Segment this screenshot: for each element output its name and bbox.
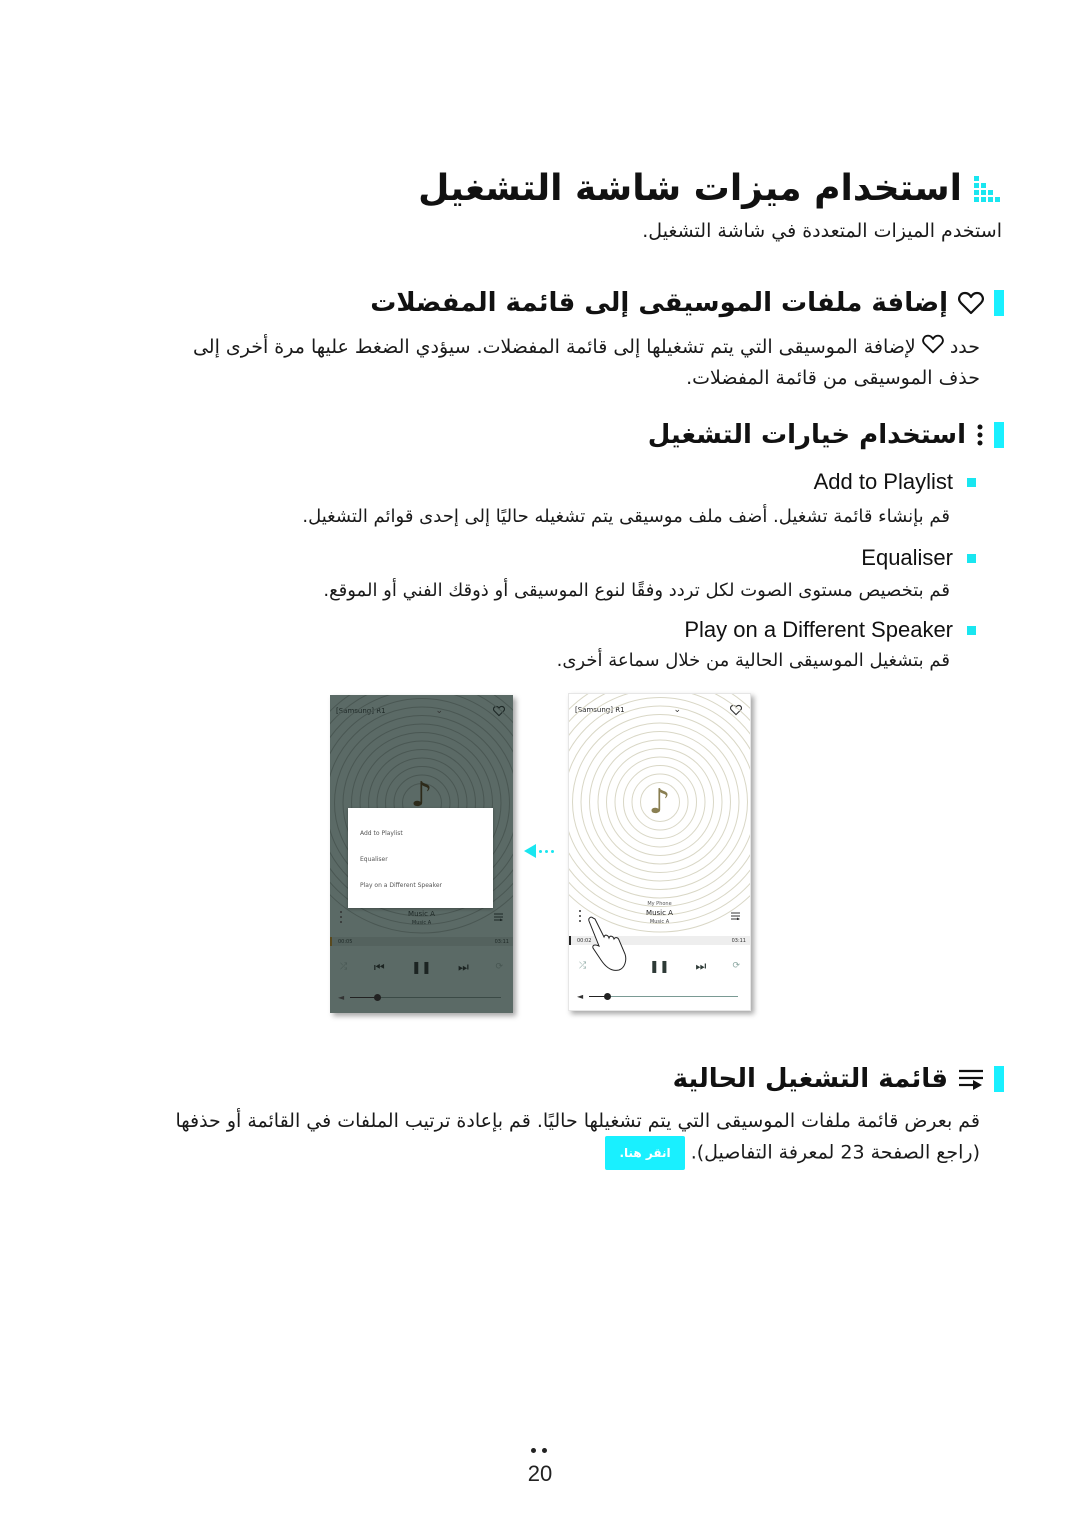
section-queue-header: قائمة التشغيل الحالية	[673, 1064, 1004, 1094]
heart-icon	[958, 291, 984, 315]
section-favorites-header: إضافة ملفات الموسيقى إلى قائمة المفضلات	[370, 288, 1004, 318]
option-add-to-playlist: Add to Playlist	[814, 469, 976, 495]
track-source: My Phone	[647, 901, 672, 907]
arrow-dot	[551, 849, 554, 853]
elapsed-time: 00:05	[338, 938, 353, 945]
repeat-icon[interactable]: ⟳	[495, 962, 503, 972]
section-marker	[994, 290, 1004, 316]
heart-icon	[922, 333, 944, 363]
speaker-icon: ◄	[577, 991, 584, 1001]
playback-controls: ⤮ ⏮ ❚❚ ⏭ ⟳	[340, 961, 503, 973]
click-here-link[interactable]: انقر هنا.	[605, 1136, 685, 1170]
arrow-left-indicator	[524, 844, 554, 858]
section-queue-text: قم بعرض قائمة ملفات الموسيقى التي يتم تش…	[60, 1106, 980, 1170]
next-icon[interactable]: ⏭	[458, 961, 469, 973]
page-title: استخدام ميزات شاشة التشغيل	[418, 168, 962, 209]
duration-time: 03:11	[494, 938, 509, 945]
menu-item-add-to-playlist[interactable]: Add to Playlist	[360, 830, 403, 837]
volume-track[interactable]	[589, 992, 738, 1000]
menu-item-equaliser[interactable]: Equaliser	[360, 856, 388, 863]
equalizer-grid-icon	[974, 175, 1004, 202]
section-options-title: استخدام خيارات التشغيل	[647, 420, 966, 450]
favorites-text-line2: حذف الموسيقى من قائمة المفضلات.	[686, 366, 980, 389]
pause-icon[interactable]: ❚❚	[411, 961, 431, 973]
phone-screenshot-options-menu: [Samsung] R1 ⌄ ♪ My Phone Music A Music …	[330, 695, 513, 1013]
progress-bar[interactable]: 00:05 03:11	[330, 937, 513, 946]
more-vertical-icon	[976, 424, 984, 446]
volume-knob[interactable]	[374, 993, 382, 1001]
section-options-header: استخدام خيارات التشغيل	[648, 420, 1004, 450]
shuffle-icon[interactable]: ⤮	[340, 962, 347, 972]
page-subtitle: استخدم الميزات المتعددة في شاشة التشغيل.	[642, 220, 1002, 242]
volume-fill	[350, 996, 378, 998]
speaker-icon: ◄	[338, 992, 345, 1002]
option-desc: قم بتشغيل الموسيقى الحالية من خلال سماعة…	[556, 650, 950, 671]
duration-time: 03:11	[731, 937, 746, 944]
playlist-queue-icon	[958, 1068, 984, 1090]
arrow-dot	[545, 849, 548, 853]
section-favorites-text: حدد لإضافة الموسيقى التي يتم تشغيلها إلى…	[100, 332, 980, 393]
favorites-text-rest: لإضافة الموسيقى التي يتم تشغيلها إلى قائ…	[192, 336, 916, 358]
section-favorites-title: إضافة ملفات الموسيقى إلى قائمة المفضلات	[370, 288, 948, 318]
option-play-different-speaker: Play on a Different Speaker	[684, 617, 976, 643]
bullet-icon	[967, 553, 976, 563]
volume-slider[interactable]: ◄	[577, 991, 738, 1001]
volume-slider[interactable]: ◄	[338, 992, 501, 1002]
option-desc: قم بإنشاء قائمة تشغيل. أضف ملف موسيقى يت…	[302, 506, 950, 527]
option-desc: قم بتخصيص مستوى الصوت لكل تردد وفقًا لنو…	[323, 580, 950, 601]
option-label: Equaliser	[861, 545, 953, 570]
repeat-icon[interactable]: ⟳	[732, 961, 740, 971]
pause-icon[interactable]: ❚❚	[649, 960, 669, 972]
option-equaliser: Equaliser	[861, 545, 976, 571]
section-marker	[994, 1066, 1004, 1092]
phone-screenshot-player: [Samsung] R1 ⌄ ♪ My Phone Music A Music …	[568, 693, 751, 1011]
section-marker	[994, 422, 1004, 448]
volume-knob[interactable]	[604, 992, 612, 1000]
more-options-icon[interactable]	[340, 911, 343, 923]
menu-item-different-speaker[interactable]: Play on a Different Speaker	[360, 882, 442, 889]
hand-tap-icon	[588, 916, 627, 971]
music-note-icon: ♪	[648, 782, 671, 822]
volume-track[interactable]	[350, 993, 501, 1001]
option-label: Play on a Different Speaker	[684, 617, 953, 642]
arrow-dot	[539, 849, 542, 853]
next-icon[interactable]: ⏭	[696, 960, 707, 972]
favorites-text-prefix: حدد	[949, 336, 980, 358]
track-title: Music A	[408, 910, 435, 918]
page-dots-decoration	[531, 1448, 547, 1453]
arrow-head	[524, 844, 536, 858]
progress-cursor	[330, 937, 332, 946]
bullet-icon	[967, 625, 976, 635]
progress-cursor	[569, 936, 571, 945]
previous-icon[interactable]: ⏮	[374, 961, 385, 973]
music-note-icon: ♪	[410, 775, 433, 815]
bullet-icon	[967, 477, 976, 487]
playlist-queue-icon[interactable]	[494, 913, 503, 921]
queue-text-line1: قم بعرض قائمة ملفات الموسيقى التي يتم تش…	[175, 1110, 980, 1132]
page-title-row: استخدام ميزات شاشة التشغيل	[418, 168, 1004, 209]
options-popup-menu: Add to Playlist Equaliser Play on a Diff…	[348, 808, 493, 908]
track-artist: Music A	[411, 920, 432, 926]
queue-text-line2: (راجع الصفحة 23 لمعرفة التفاصيل).	[690, 1141, 980, 1164]
section-queue-title: قائمة التشغيل الحالية	[672, 1064, 948, 1094]
playlist-queue-icon[interactable]	[731, 912, 740, 920]
option-label: Add to Playlist	[813, 469, 953, 494]
shuffle-icon[interactable]: ⤮	[579, 961, 586, 971]
page-number: 20	[527, 1461, 553, 1486]
more-options-icon[interactable]	[579, 910, 582, 922]
